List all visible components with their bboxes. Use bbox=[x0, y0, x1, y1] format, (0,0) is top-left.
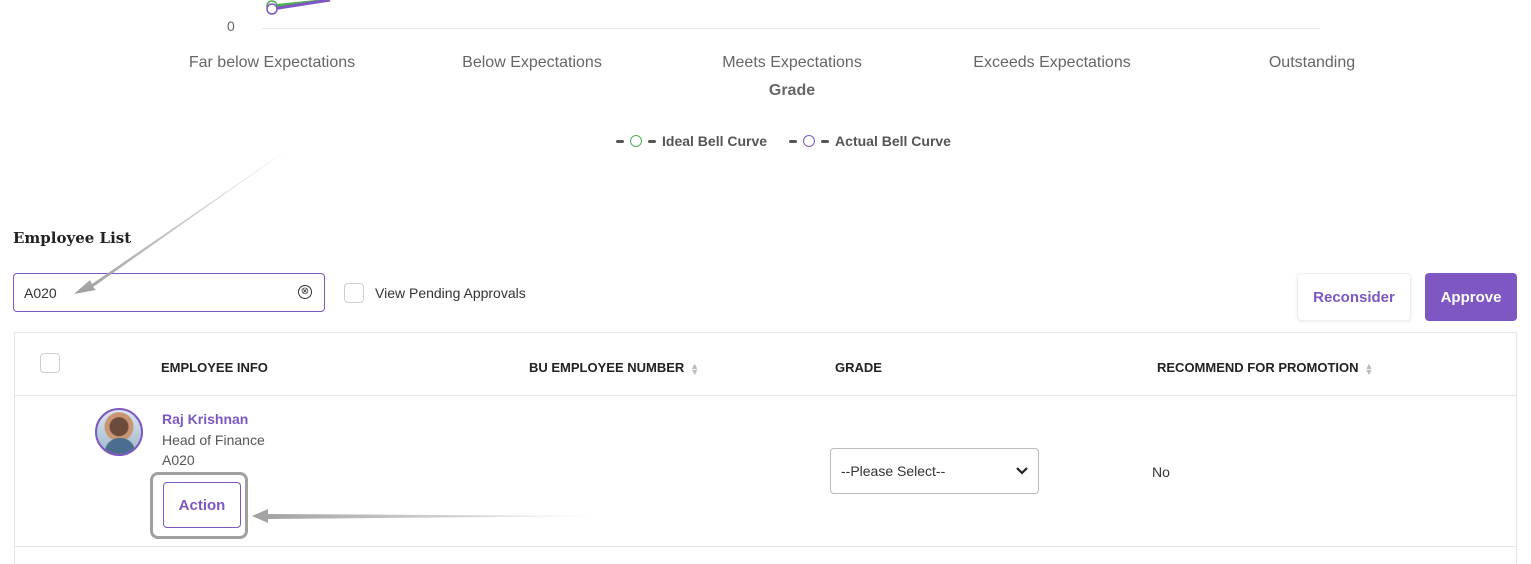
x-tick-exceeds: Exceeds Expectations bbox=[973, 54, 1131, 71]
approve-button[interactable]: Approve bbox=[1425, 273, 1517, 321]
x-tick-meets: Meets Expectations bbox=[722, 54, 862, 71]
grade-select[interactable]: --Please Select-- bbox=[830, 448, 1039, 494]
pending-approvals-checkbox[interactable] bbox=[344, 283, 364, 303]
table-header: EMPLOYEE INFO BU EMPLOYEE NUMBER ▲ ▼ GRADE… bbox=[15, 333, 1516, 396]
pending-approvals-label[interactable]: View Pending Approvals bbox=[375, 285, 526, 301]
legend-item-actual[interactable]: Actual Bell Curve bbox=[789, 133, 951, 149]
promotion-value: No bbox=[1152, 464, 1170, 480]
sort-icon[interactable]: ▲ ▼ bbox=[1365, 361, 1374, 376]
employee-table: EMPLOYEE INFO BU EMPLOYEE NUMBER ▲ ▼ GRADE… bbox=[14, 332, 1517, 564]
search-field: ⊗ bbox=[13, 273, 325, 312]
employee-id: A020 bbox=[162, 452, 195, 468]
actual-curve-point bbox=[266, 3, 278, 15]
action-button[interactable]: Action bbox=[163, 482, 241, 528]
clear-icon[interactable]: ⊗ bbox=[298, 285, 312, 299]
chevron-down-icon bbox=[1016, 467, 1028, 475]
col-grade: GRADE bbox=[835, 360, 882, 375]
legend-label-ideal: Ideal Bell Curve bbox=[662, 133, 768, 149]
col-promotion-label: RECOMMEND FOR PROMOTION bbox=[1157, 360, 1359, 375]
arrow-to-search-icon bbox=[74, 141, 300, 294]
legend-marker-icon bbox=[616, 135, 656, 147]
sort-icon[interactable]: ▲ ▼ bbox=[690, 361, 699, 376]
col-employee-info: EMPLOYEE INFO bbox=[161, 360, 268, 375]
x-axis-line bbox=[262, 28, 1320, 29]
search-input[interactable] bbox=[14, 274, 284, 311]
grade-select-value: --Please Select-- bbox=[841, 463, 946, 479]
col-bu-number[interactable]: BU EMPLOYEE NUMBER ▲ ▼ bbox=[529, 360, 699, 376]
reconsider-button[interactable]: Reconsider bbox=[1297, 273, 1411, 321]
avatar bbox=[95, 408, 143, 456]
x-tick-far-below: Far below Expectations bbox=[188, 54, 356, 71]
y-axis-zero-label: 0 bbox=[227, 18, 235, 34]
legend-marker-icon bbox=[789, 135, 830, 147]
employee-title: Head of Finance bbox=[162, 432, 265, 448]
section-title: Employee List bbox=[13, 229, 132, 247]
chart-legend: Ideal Bell Curve Actual Bell Curve bbox=[616, 133, 973, 149]
legend-label-actual: Actual Bell Curve bbox=[835, 133, 951, 149]
col-promotion[interactable]: RECOMMEND FOR PROMOTION ▲ ▼ bbox=[1157, 360, 1374, 376]
x-tick-outstanding: Outstanding bbox=[1268, 54, 1356, 71]
col-bu-number-label: BU EMPLOYEE NUMBER bbox=[529, 360, 685, 375]
x-tick-below: Below Expectations bbox=[462, 54, 602, 71]
legend-item-ideal[interactable]: Ideal Bell Curve bbox=[616, 133, 767, 149]
employee-name[interactable]: Raj Krishnan bbox=[162, 411, 248, 427]
x-axis-title: Grade bbox=[768, 82, 816, 99]
table-row: Raj Krishnan Head of Finance A020 Action… bbox=[15, 396, 1516, 547]
select-all-checkbox[interactable] bbox=[40, 353, 60, 373]
